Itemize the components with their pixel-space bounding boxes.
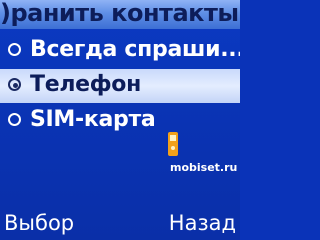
- radio-unchecked-icon[interactable]: [8, 113, 21, 126]
- menu-item-sim-card[interactable]: SIM-карта: [0, 104, 240, 138]
- radio-dot: [12, 82, 18, 88]
- radio-checked-icon[interactable]: [8, 78, 21, 91]
- radio-unchecked-icon[interactable]: [8, 43, 21, 56]
- title-bar: )ранить контакты: [0, 0, 240, 29]
- phone-logo-icon: [168, 132, 178, 156]
- menu-item-label: Всегда спраши...: [30, 37, 240, 62]
- page-title: )ранить контакты: [0, 0, 239, 27]
- softkey-bar: Выбор Назад: [0, 210, 240, 240]
- menu-item-label: Телефон: [30, 72, 142, 97]
- select-softkey[interactable]: Выбор: [4, 210, 74, 236]
- menu-item-always-ask[interactable]: Всегда спраши...: [0, 34, 240, 68]
- back-softkey[interactable]: Назад: [169, 210, 236, 236]
- watermark-text: mobiset.ru: [170, 161, 238, 174]
- menu-item-phone[interactable]: Телефон: [0, 69, 240, 103]
- phone-screen: )ранить контакты Всегда спраши... Телефо…: [0, 0, 240, 240]
- menu-item-label: SIM-карта: [30, 107, 156, 132]
